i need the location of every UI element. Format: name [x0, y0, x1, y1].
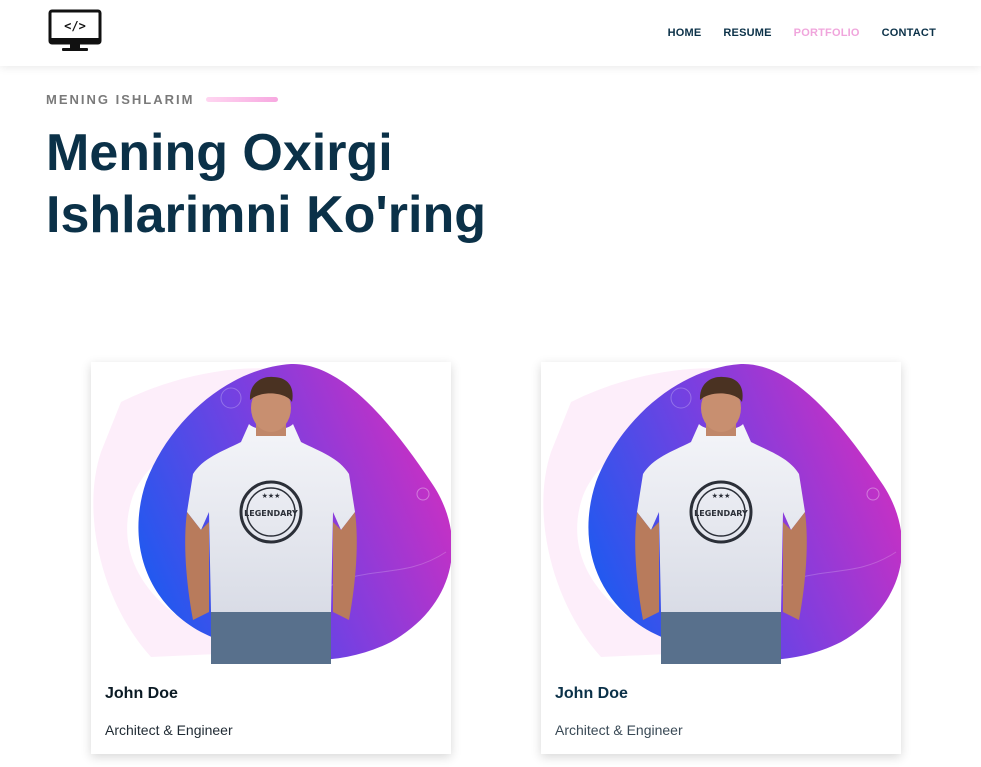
nav-home[interactable]: HOME [668, 27, 702, 39]
title-line-1: Mening Oxirgi [46, 124, 393, 182]
svg-text:LEGENDARY: LEGENDARY [694, 509, 748, 518]
eyebrow-text: MENING ISHLARIM [46, 92, 195, 107]
card-role: Architect & Engineer [555, 722, 683, 738]
nav-portfolio[interactable]: PORTFOLIO [794, 27, 860, 39]
portfolio-card[interactable]: LEGENDARY ★★★ John Doe Architect & Engin… [91, 362, 451, 754]
portfolio-image[interactable]: LEGENDARY ★★★ [91, 362, 451, 664]
card-name[interactable]: John Doe [105, 685, 178, 703]
svg-text:★★★: ★★★ [262, 492, 281, 500]
nav-contact[interactable]: CONTACT [882, 27, 936, 39]
card-name[interactable]: John Doe [555, 685, 628, 703]
title-line-2: Ishlarimni Ko'ring [46, 186, 486, 244]
page-title: Mening Oxirgi Ishlarimni Ko'ring [46, 122, 566, 246]
section-eyebrow: MENING ISHLARIM [46, 92, 279, 107]
svg-text:★★★: ★★★ [712, 492, 731, 500]
svg-text:LEGENDARY: LEGENDARY [244, 509, 298, 518]
main-nav: HOME RESUME PORTFOLIO CONTACT [668, 27, 936, 39]
code-monitor-icon[interactable]: </> [48, 9, 102, 53]
portfolio-image[interactable]: LEGENDARY ★★★ [541, 362, 901, 664]
eyebrow-accent-bar [206, 97, 279, 102]
portfolio-card[interactable]: LEGENDARY ★★★ John Doe Architect & Engin… [541, 362, 901, 754]
card-role: Architect & Engineer [105, 722, 233, 738]
site-header: </> HOME RESUME PORTFOLIO CONTACT [0, 0, 981, 66]
nav-resume[interactable]: RESUME [723, 27, 771, 39]
logo-text: </> [64, 19, 86, 33]
